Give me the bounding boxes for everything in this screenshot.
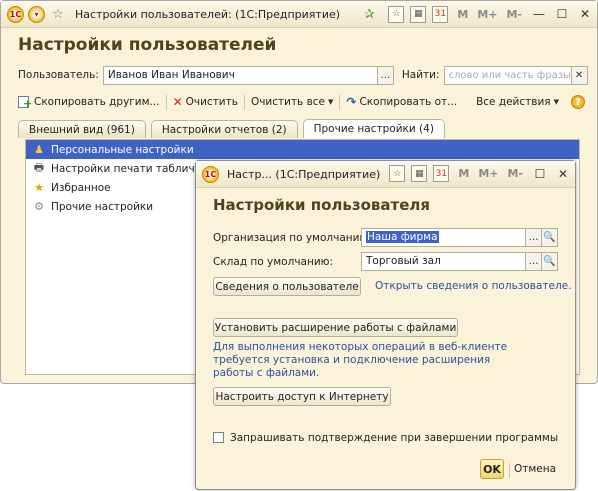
calendar-icon[interactable]: 31 xyxy=(433,165,450,182)
bookmark-icon[interactable]: ☆ xyxy=(389,165,406,182)
delete-icon: ✕ xyxy=(172,95,183,109)
organization-value: Наша фирма xyxy=(366,231,439,243)
1c-logo-icon[interactable]: 1C xyxy=(7,5,24,23)
memory-m-button[interactable]: M xyxy=(458,167,469,180)
button-divider xyxy=(509,463,510,478)
user-select-button[interactable]: … xyxy=(377,65,394,85)
copy-to-others-label: Скопировать другим... xyxy=(34,96,160,108)
memory-m-plus-button[interactable]: M+ xyxy=(477,8,497,21)
cancel-button[interactable]: Отмена xyxy=(514,463,556,475)
main-menu-icon[interactable]: ▾ xyxy=(28,5,45,23)
calculator-icon[interactable]: ▦ xyxy=(411,165,428,182)
confirm-exit-checkbox[interactable] xyxy=(213,432,224,443)
all-actions-button[interactable]: Все действия ▼ xyxy=(476,96,559,108)
page-title: Настройки пользователей xyxy=(18,35,277,55)
warehouse-field[interactable]: Торговый зал xyxy=(361,252,526,271)
user-field[interactable]: Иванов Иван Иванович xyxy=(102,65,378,85)
organization-select-button[interactable]: … xyxy=(526,228,542,247)
warehouse-open-icon[interactable]: 🔍 xyxy=(542,252,558,271)
clear-all-label: Очистить все xyxy=(250,96,326,108)
organization-field[interactable]: Наша фирма xyxy=(361,228,526,247)
bookmark-icon[interactable]: ☆ xyxy=(388,5,405,23)
star-icon[interactable]: ☆ xyxy=(49,5,67,23)
minimize-icon[interactable]: — xyxy=(533,7,545,21)
memory-m-minus-button[interactable]: M- xyxy=(506,8,522,21)
clear-label: Очистить xyxy=(185,96,238,108)
find-label: Найти: xyxy=(401,69,440,81)
main-titlebar: 1C ▾ ☆ Настройки пользователей: (1С:Пред… xyxy=(1,1,597,28)
internet-access-button[interactable]: Настроить доступ к Интернету xyxy=(213,387,391,406)
user-info-button[interactable]: Сведения о пользователе xyxy=(213,277,361,296)
copy-add-icon xyxy=(18,95,32,109)
warehouse-row: Склад по умолчанию: Торговый зал … 🔍 xyxy=(213,252,558,271)
clear-all-button[interactable]: Очистить все ▼ xyxy=(251,96,333,108)
install-file-extension-button[interactable]: Установить расширение работы с файлами xyxy=(213,318,458,337)
help-icon[interactable]: ? xyxy=(571,95,585,109)
warehouse-select-button[interactable]: … xyxy=(526,252,542,271)
user-row: Пользователь: Иванов Иван Иванович … Най… xyxy=(18,65,588,85)
toolbar-divider xyxy=(243,94,245,110)
extension-info-text: Для выполнения некоторых операций в веб-… xyxy=(213,341,508,379)
person-icon: ♟ xyxy=(34,143,44,156)
tab-other-settings[interactable]: Прочие настройки (4) xyxy=(302,119,445,138)
list-item-label: Персональные настройки xyxy=(51,143,194,156)
memory-m-minus-button[interactable]: M- xyxy=(507,167,523,180)
gear-icon: ⚙ xyxy=(34,200,44,213)
user-settings-dialog: 1C Настр... (1С:Предприятие) ☆ ▦ 31 M M+… xyxy=(195,160,576,490)
organization-row: Организация по умолчанию: Наша фирма … 🔍 xyxy=(213,228,558,247)
ok-button[interactable]: OK xyxy=(480,459,504,479)
tab-bar: Внешний вид (961) Настройки отчетов (2) … xyxy=(18,119,450,138)
copy-from-label: Скопировать от... xyxy=(359,96,458,108)
find-clear-button[interactable]: ✕ xyxy=(571,65,588,85)
organization-label: Организация по умолчанию: xyxy=(213,231,372,244)
user-info-link[interactable]: Открыть сведения о пользователе. xyxy=(375,280,571,292)
close-icon[interactable]: ✕ xyxy=(579,7,591,21)
toolbar-divider xyxy=(339,94,341,110)
1c-logo-icon[interactable]: 1C xyxy=(202,165,219,183)
copy-from-button[interactable]: ↷ Скопировать от... xyxy=(346,95,457,109)
calculator-icon[interactable]: ▦ xyxy=(410,5,427,23)
close-icon[interactable]: ✕ xyxy=(557,167,569,181)
memory-m-button[interactable]: M xyxy=(457,8,468,21)
memory-m-plus-button[interactable]: M+ xyxy=(478,167,498,180)
maximize-icon[interactable]: ☐ xyxy=(534,167,546,181)
list-item[interactable]: ♟ Персональные настройки xyxy=(26,140,579,159)
all-actions-label: Все действия xyxy=(476,96,551,108)
warehouse-label: Склад по умолчанию: xyxy=(213,255,334,268)
toolbar-divider xyxy=(165,94,167,110)
arrow-copy-icon: ↷ xyxy=(346,95,357,109)
printer-icon: 🖶 xyxy=(33,161,45,174)
calendar-icon[interactable]: 31 xyxy=(432,5,449,23)
maximize-icon[interactable]: ☐ xyxy=(556,7,568,21)
dialog-title: Настройки пользователя xyxy=(213,196,430,214)
tab-appearance[interactable]: Внешний вид (961) xyxy=(18,120,146,138)
list-item-label: Избранное xyxy=(51,181,111,194)
user-label: Пользователь: xyxy=(18,69,99,81)
copy-to-others-button[interactable]: Скопировать другим... xyxy=(18,95,160,109)
dialog-titlebar: 1C Настр... (1С:Предприятие) ☆ ▦ 31 M M+… xyxy=(196,161,575,188)
list-item-label: Настройки печати табличны xyxy=(51,162,210,175)
dialog-window-title: Настр... (1С:Предприятие) xyxy=(227,167,381,181)
find-input[interactable]: слово или часть фразы xyxy=(443,65,572,85)
organization-open-icon[interactable]: 🔍 xyxy=(542,228,558,247)
tab-report-settings[interactable]: Настройки отчетов (2) xyxy=(150,120,298,138)
favorites-star-icon: ★ xyxy=(34,181,44,194)
list-item-label: Прочие настройки xyxy=(51,200,154,213)
dialog-titlebar-controls: ☆ ▦ 31 M M+ M- ☐ ✕ xyxy=(383,165,569,182)
confirm-exit-label: Запрашивать подтверждение при завершении… xyxy=(230,431,559,444)
main-window-title: Настройки пользователей: (1С:Предприятие… xyxy=(75,7,341,21)
confirm-exit-row: Запрашивать подтверждение при завершении… xyxy=(213,428,558,447)
chevron-down-icon: ▼ xyxy=(553,98,559,106)
clear-button[interactable]: ✕ Очистить xyxy=(173,95,238,109)
add-favorite-icon[interactable]: ✰ xyxy=(360,5,378,23)
chevron-down-icon: ▼ xyxy=(328,98,334,106)
main-titlebar-controls: ✰ ☆ ▦ 31 M M+ M- — ☐ ✕ xyxy=(360,5,591,23)
toolbar: Скопировать другим... ✕ Очистить Очистит… xyxy=(18,92,585,112)
